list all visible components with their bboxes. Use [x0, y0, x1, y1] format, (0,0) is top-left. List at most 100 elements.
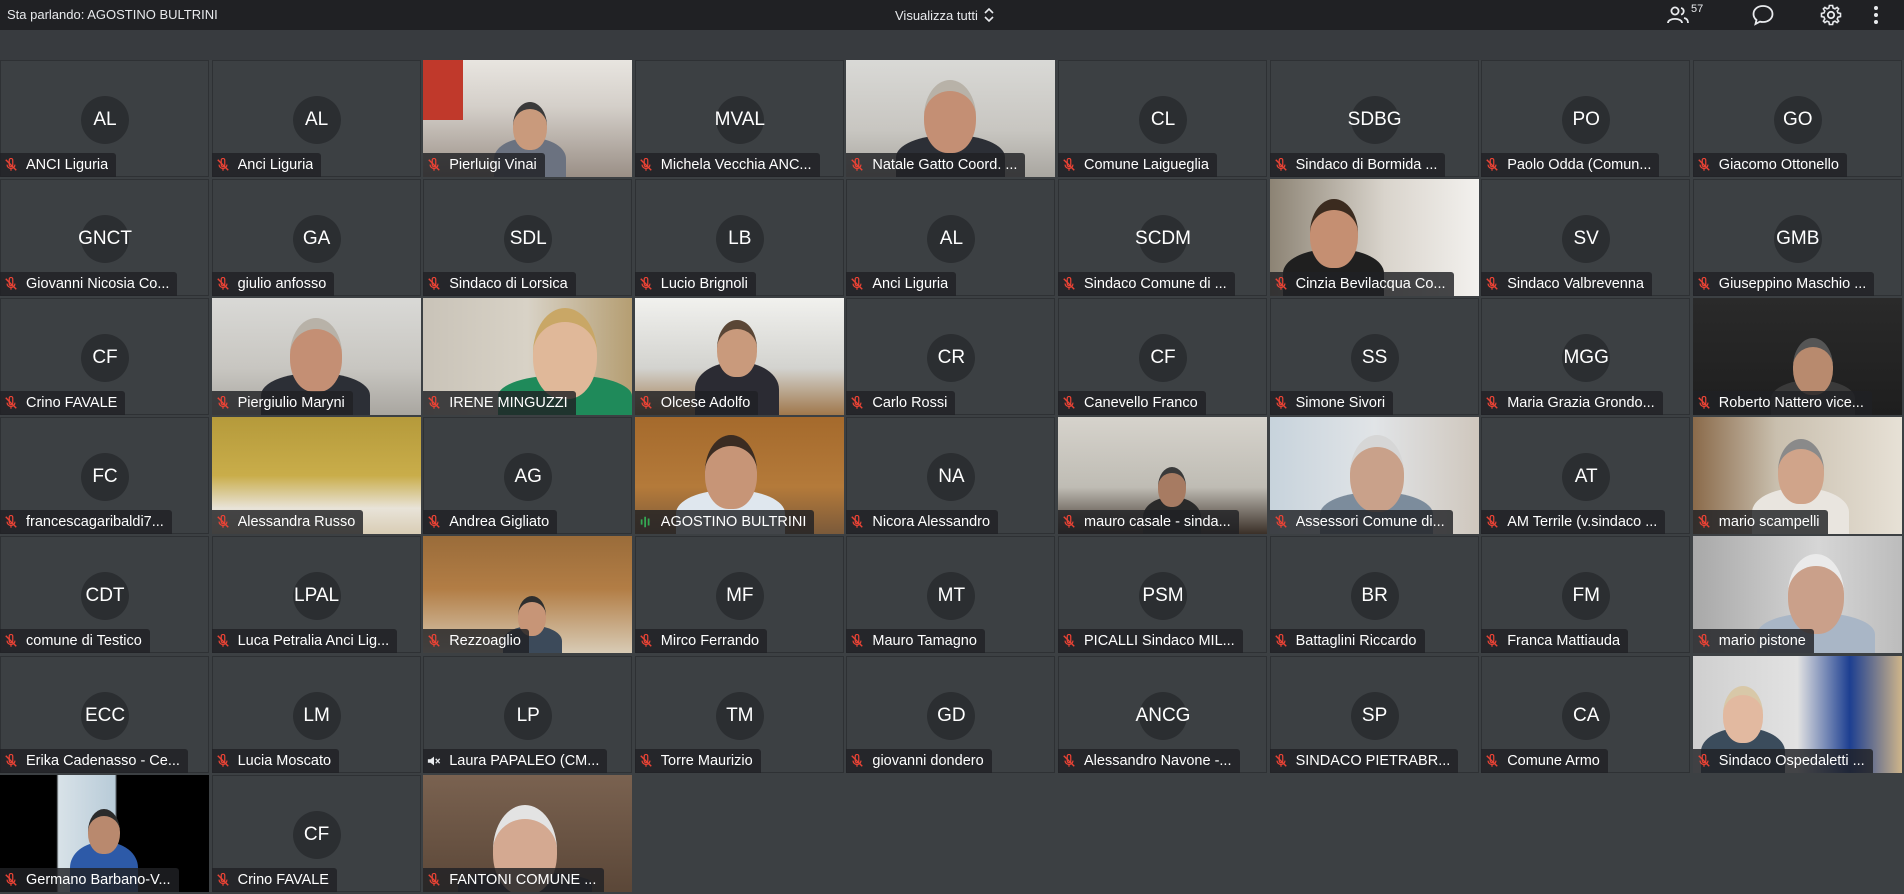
participant-tile[interactable]: PO Paolo Odda (Comun... — [1481, 60, 1691, 177]
participant-avatar: MVAL — [715, 96, 765, 144]
participant-tile[interactable]: CR Carlo Rossi — [846, 298, 1056, 416]
participant-tile[interactable]: CF Crino FAVALE — [211, 774, 421, 892]
participant-label: Anci Liguria — [211, 153, 322, 177]
participant-tile[interactable]: Cinzia Bevilacqua Co... — [1269, 179, 1479, 297]
participant-tile[interactable]: Piergiulio Maryni — [211, 298, 421, 416]
participant-tile[interactable]: NA Nicora Alessandro — [846, 417, 1056, 535]
participant-tile[interactable]: Natale Gatto Coord. ... — [846, 60, 1056, 177]
participant-name: Alessandro Navone -... — [1084, 752, 1232, 769]
mic-off-icon — [1274, 753, 1288, 768]
mic-off-icon — [216, 157, 230, 172]
participant-tile[interactable]: GMB Giuseppino Maschio ... — [1692, 179, 1902, 297]
participant-tile[interactable]: GD giovanni dondero — [846, 655, 1056, 773]
participant-label: Carlo Rossi — [846, 391, 956, 416]
mic-off-icon — [1485, 634, 1499, 648]
mic-off-icon — [4, 872, 18, 887]
participant-tile[interactable]: Pierluigi Vinai — [423, 60, 633, 177]
participant-avatar: AL — [292, 96, 341, 144]
participant-tile[interactable]: FM Franca Mattiauda — [1481, 536, 1691, 654]
participant-avatar: SDBG — [1348, 96, 1402, 144]
participant-tile[interactable]: FC francescagaribaldi7... — [0, 417, 209, 535]
participant-tile[interactable]: BR Battaglini Riccardo — [1269, 536, 1479, 654]
participant-tile[interactable]: MVAL Michela Vecchia ANC... — [634, 60, 844, 177]
participant-tile[interactable]: SP SINDACO PIETRABR... — [1269, 655, 1479, 773]
participant-tile[interactable]: LM Lucia Moscato — [211, 655, 421, 773]
participant-tile[interactable]: LP Laura PAPALEO (CM... — [423, 655, 633, 773]
participants-button[interactable]: 57 — [1666, 3, 1703, 27]
participant-label: mario pistone — [1692, 629, 1814, 654]
mic-off-icon — [1274, 277, 1288, 291]
participant-tile[interactable]: Germano Barbano-V... — [0, 774, 209, 892]
mic-off-icon — [216, 277, 230, 291]
participant-name: Sindaco Comune di ... — [1084, 276, 1227, 293]
participant-label: Sindaco Ospedaletti ... — [1692, 748, 1873, 773]
participant-tile[interactable]: ANCG Alessandro Navone -... — [1058, 655, 1267, 773]
participant-tile[interactable]: Sindaco Ospedaletti ... — [1692, 655, 1902, 773]
participant-tile[interactable]: mario pistone — [1692, 536, 1902, 654]
participant-tile[interactable]: Rezzoaglio — [423, 536, 633, 654]
participant-name: Cinzia Bevilacqua Co... — [1295, 276, 1446, 293]
participant-avatar: SP — [1350, 691, 1399, 740]
participant-tile[interactable]: SS Simone Sivori — [1269, 298, 1479, 416]
participant-tile[interactable]: GA giulio anfosso — [211, 179, 421, 297]
participant-tile[interactable]: ECC Erika Cadenasso - Ce... — [0, 655, 209, 773]
participant-tile[interactable]: GO Giacomo Ottonello — [1692, 60, 1902, 177]
participant-avatar: CF — [81, 334, 129, 383]
participant-tile[interactable]: IRENE MINGUZZI — [423, 298, 633, 416]
participant-tile[interactable]: Alessandra Russo — [211, 417, 421, 535]
more-vert-icon — [1874, 6, 1878, 24]
participant-name: Michela Vecchia ANC... — [660, 157, 812, 173]
participant-tile[interactable]: LB Lucio Brignoli — [634, 179, 844, 297]
participants-count: 57 — [1691, 3, 1704, 15]
participant-name: Andrea Gigliato — [449, 514, 550, 531]
participant-tile[interactable]: MGG Maria Grazia Grondo... — [1481, 298, 1691, 416]
participant-tile[interactable]: LPAL Luca Petralia Anci Lig... — [211, 536, 421, 654]
participant-tile[interactable]: CA Comune Armo — [1481, 655, 1691, 773]
participant-tile[interactable]: MF Mirco Ferrando — [634, 536, 844, 654]
participant-name: Simone Sivori — [1295, 395, 1386, 412]
participant-tile[interactable]: SCDM Sindaco Comune di ... — [1058, 179, 1267, 297]
mic-off-icon — [639, 634, 653, 648]
participant-tile[interactable]: Roberto Nattero vice... — [1692, 298, 1902, 416]
participant-name: Lucio Brignoli — [660, 276, 748, 293]
chat-button[interactable] — [1751, 3, 1775, 27]
people-icon — [1667, 6, 1689, 24]
participant-tile[interactable]: mauro casale - sinda... — [1058, 417, 1267, 535]
participant-tile[interactable]: FANTONI COMUNE ... — [423, 774, 633, 892]
participant-tile[interactable]: CL Comune Laigueglia — [1058, 60, 1267, 177]
participant-tile[interactable]: PSM PICALLI Sindaco MIL... — [1058, 536, 1267, 654]
participant-tile[interactable]: SV Sindaco Valbrevenna — [1481, 179, 1691, 297]
participant-tile[interactable]: Assessori Comune di... — [1269, 417, 1479, 535]
mic-off-icon — [1062, 396, 1076, 410]
participant-tile[interactable]: CDT comune di Testico — [0, 536, 209, 654]
participant-tile[interactable]: AT AM Terrile (v.sindaco ... — [1481, 417, 1691, 535]
participant-tile[interactable]: AL ANCI Liguria — [0, 60, 209, 177]
settings-button[interactable] — [1819, 3, 1843, 27]
mic-off-icon — [4, 753, 18, 768]
mic-off-icon — [1274, 157, 1288, 172]
participant-name: AM Terrile (v.sindaco ... — [1507, 514, 1658, 531]
participant-avatar: AL — [927, 215, 976, 264]
participant-avatar: MT — [927, 572, 976, 621]
participant-tile[interactable]: TM Torre Maurizio — [634, 655, 844, 773]
participant-tile[interactable]: GNCT Giovanni Nicosia Co... — [0, 179, 209, 297]
participant-avatar: PO — [1562, 96, 1611, 144]
participant-tile[interactable]: SDBG Sindaco di Bormida ... — [1269, 60, 1479, 177]
view-mode-selector[interactable]: Visualizza tutti — [895, 5, 994, 25]
participant-tile[interactable]: AL Anci Liguria — [846, 179, 1056, 297]
participant-tile[interactable]: AGOSTINO BULTRINI — [634, 417, 844, 535]
participant-tile[interactable]: AG Andrea Gigliato — [423, 417, 633, 535]
participant-tile[interactable]: CF Crino FAVALE — [0, 298, 209, 416]
participant-label: francescagaribaldi7... — [0, 510, 172, 535]
participant-tile[interactable]: MT Mauro Tamagno — [846, 536, 1056, 654]
participant-tile[interactable]: AL Anci Liguria — [211, 60, 421, 177]
participant-tile[interactable]: SDL Sindaco di Lorsica — [423, 179, 633, 297]
participant-tile[interactable]: Olcese Adolfo — [634, 298, 844, 416]
mic-off-icon — [4, 634, 18, 648]
participant-tile[interactable]: mario scampelli — [1692, 417, 1902, 535]
mic-off-icon — [1485, 277, 1499, 291]
participant-label: Assessori Comune di... — [1269, 510, 1453, 535]
mic-off-icon — [427, 634, 441, 648]
participant-tile[interactable]: CF Canevello Franco — [1058, 298, 1267, 416]
more-options-button[interactable] — [1872, 3, 1880, 27]
